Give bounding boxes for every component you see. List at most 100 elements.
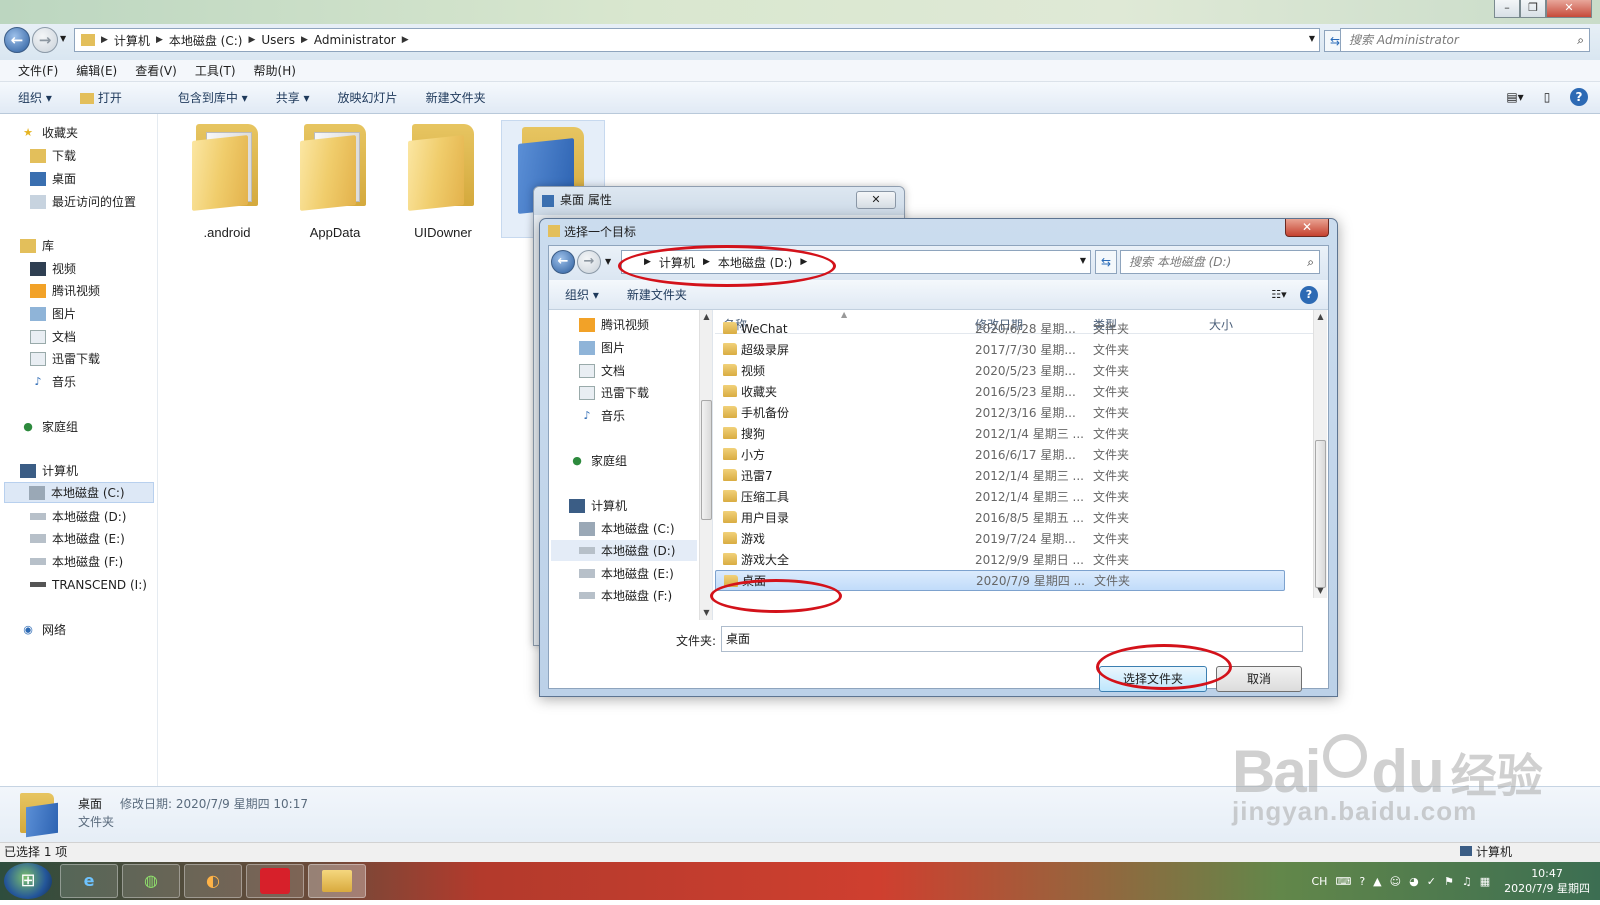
tree-drive-c[interactable]: 本地磁盘 (C:) — [579, 518, 675, 539]
volume-icon[interactable]: ♫ — [1462, 875, 1472, 888]
taskbar-app-orange[interactable]: ◐ — [184, 864, 242, 898]
scroll-down-icon[interactable]: ▼ — [1314, 584, 1327, 598]
file-row[interactable]: 游戏 2019/7/24 星期... 文件夹 — [715, 528, 1285, 549]
back-button[interactable]: ← — [4, 27, 30, 53]
nav-drive-d[interactable]: 本地磁盘 (D:) — [30, 506, 126, 527]
breadcrumb-computer[interactable]: 计算机 — [114, 32, 150, 49]
tree-scroll-thumb[interactable] — [701, 400, 712, 520]
title-bar[interactable]: – ❐ ✕ — [0, 0, 1600, 24]
taskbar-app-red[interactable] — [246, 864, 304, 898]
folder-uidowner[interactable]: UIDowner — [391, 118, 495, 240]
network-tray-icon[interactable]: ▦ — [1480, 875, 1490, 888]
nav-drive-f[interactable]: 本地磁盘 (F:) — [30, 551, 123, 572]
organize-button[interactable]: 组织 ▾ — [18, 89, 52, 106]
nav-recent-places[interactable]: 最近访问的位置 — [30, 191, 136, 212]
help-tray-icon[interactable]: ? — [1359, 875, 1365, 888]
slideshow-button[interactable]: 放映幻灯片 — [338, 89, 398, 106]
file-row[interactable]: WeChat 2020/6/28 星期... 文件夹 — [715, 318, 1285, 339]
dialog-search-icon[interactable]: ⌕ — [1307, 255, 1314, 270]
nav-pictures[interactable]: 图片 — [30, 303, 76, 324]
breadcrumb-administrator[interactable]: Administrator — [314, 33, 396, 47]
preview-pane-icon[interactable]: ▯ — [1538, 88, 1556, 106]
people-tray-icon[interactable]: ☺ — [1390, 875, 1401, 888]
folder-appdata[interactable]: AppData — [283, 118, 387, 240]
file-row[interactable]: 视频 2020/5/23 星期... 文件夹 — [715, 360, 1285, 381]
dialog-close-button[interactable]: ✕ — [1285, 219, 1329, 237]
file-list-scrollbar[interactable]: ▲ ▼ — [1313, 310, 1327, 598]
ime-indicator[interactable]: CH — [1311, 875, 1327, 888]
nav-homegroup[interactable]: ● 家庭组 — [20, 416, 78, 437]
nav-videos[interactable]: 视频 — [30, 258, 76, 279]
file-row[interactable]: 小方 2016/6/17 星期... 文件夹 — [715, 444, 1285, 465]
dialog-forward-button[interactable]: → — [577, 250, 601, 274]
file-row[interactable]: 超级录屏 2017/7/30 星期... 文件夹 — [715, 339, 1285, 360]
tree-drive-e[interactable]: 本地磁盘 (E:) — [579, 563, 674, 584]
dialog-new-folder-button[interactable]: 新建文件夹 — [627, 286, 687, 303]
minimize-button[interactable]: – — [1494, 0, 1520, 18]
menu-tools[interactable]: 工具(T) — [195, 62, 236, 79]
tree-computer[interactable]: 计算机 — [569, 495, 627, 516]
tree-tencent-video[interactable]: 腾讯视频 — [579, 314, 649, 335]
qq-tray-icon[interactable]: ◕ — [1409, 875, 1419, 888]
menu-file[interactable]: 文件(F) — [18, 62, 58, 79]
properties-title[interactable]: 桌面 属性 — [534, 187, 904, 215]
close-window-button[interactable]: ✕ — [1546, 0, 1592, 18]
nav-tencent-video[interactable]: 腾讯视频 — [30, 280, 100, 301]
security-tray-icon[interactable]: ✓ — [1427, 875, 1436, 888]
folder-name-input[interactable]: 桌面 — [721, 626, 1303, 652]
view-options-icon[interactable]: ▤▾ — [1506, 88, 1524, 106]
menu-view[interactable]: 查看(V) — [135, 62, 177, 79]
new-folder-button[interactable]: 新建文件夹 — [426, 89, 486, 106]
file-row[interactable]: 用户目录 2016/8/5 星期五 ... 文件夹 — [715, 507, 1285, 528]
dialog-address-dropdown-icon[interactable]: ▼ — [1080, 256, 1086, 265]
nav-drive-c[interactable]: 本地磁盘 (C:) — [4, 482, 154, 503]
open-button[interactable]: 打开 — [79, 89, 150, 106]
folder-android[interactable]: .android — [175, 118, 279, 240]
dialog-organize-button[interactable]: 组织 ▾ — [565, 286, 599, 303]
file-row[interactable]: 压缩工具 2012/1/4 星期三 ... 文件夹 — [715, 486, 1285, 507]
tree-music[interactable]: ♪ 音乐 — [579, 405, 625, 426]
address-dropdown-icon[interactable]: ▼ — [1309, 34, 1315, 43]
tree-drive-d[interactable]: 本地磁盘 (D:) — [551, 540, 697, 561]
tree-homegroup[interactable]: ● 家庭组 — [569, 450, 627, 471]
start-button[interactable]: ⊞ — [4, 863, 52, 899]
tree-drive-f[interactable]: 本地磁盘 (F:) — [579, 585, 672, 606]
menu-edit[interactable]: 编辑(E) — [76, 62, 117, 79]
arrow-tray-icon[interactable]: ▲ — [1373, 875, 1381, 888]
file-row[interactable]: 游戏大全 2012/9/9 星期日 ... 文件夹 — [715, 549, 1285, 570]
scroll-down-icon[interactable]: ▼ — [700, 606, 712, 620]
dialog-refresh-icon[interactable]: ⇆ — [1095, 250, 1117, 274]
dialog-view-icon[interactable]: ☷▾ — [1270, 286, 1288, 304]
taskbar-app-green[interactable]: ◍ — [122, 864, 180, 898]
tree-scrollbar[interactable]: ▲ ▼ — [699, 310, 712, 620]
breadcrumb-users[interactable]: Users — [261, 33, 295, 47]
scroll-up-icon[interactable]: ▲ — [700, 310, 712, 324]
menu-help[interactable]: 帮助(H) — [254, 62, 296, 79]
file-row[interactable]: 收藏夹 2016/5/23 星期... 文件夹 — [715, 381, 1285, 402]
dialog-search-input[interactable]: 搜索 本地磁盘 (D:) — [1120, 250, 1320, 274]
nav-downloads[interactable]: 下载 — [30, 145, 76, 166]
address-bar[interactable]: ▶ 计算机 ▶ 本地磁盘 (C:) ▶ Users ▶ Administrato… — [74, 28, 1320, 52]
nav-drive-e[interactable]: 本地磁盘 (E:) — [30, 528, 125, 549]
maximize-button[interactable]: ❐ — [1520, 0, 1546, 18]
nav-thunder-downloads[interactable]: 迅雷下载 — [30, 348, 100, 369]
search-icon[interactable]: ⌕ — [1577, 33, 1584, 48]
forward-button[interactable]: → — [32, 27, 58, 53]
properties-close-button[interactable]: ✕ — [856, 191, 896, 209]
tree-thunder-downloads[interactable]: 迅雷下载 — [579, 382, 649, 403]
file-row[interactable]: 搜狗 2012/1/4 星期三 ... 文件夹 — [715, 423, 1285, 444]
tree-documents[interactable]: 文档 — [579, 360, 625, 381]
file-row[interactable]: 迅雷7 2012/1/4 星期三 ... 文件夹 — [715, 465, 1285, 486]
recent-pages-chevron-icon[interactable]: ▼ — [60, 34, 66, 43]
taskbar-ie[interactable]: e — [60, 864, 118, 898]
tree-pictures[interactable]: 图片 — [579, 337, 625, 358]
search-input[interactable]: 搜索 Administrator — [1340, 28, 1590, 52]
file-row[interactable]: 手机备份 2012/3/16 星期... 文件夹 — [715, 402, 1285, 423]
include-in-library-button[interactable]: 包含到库中 ▾ — [178, 89, 248, 106]
breadcrumb-drive-c[interactable]: 本地磁盘 (C:) — [169, 32, 243, 49]
help-icon[interactable]: ? — [1570, 88, 1588, 106]
dialog-back-button[interactable]: ← — [551, 250, 575, 274]
nav-desktop[interactable]: 桌面 — [30, 168, 76, 189]
scroll-up-icon[interactable]: ▲ — [1314, 310, 1327, 324]
flag-tray-icon[interactable]: ⚑ — [1444, 875, 1454, 888]
